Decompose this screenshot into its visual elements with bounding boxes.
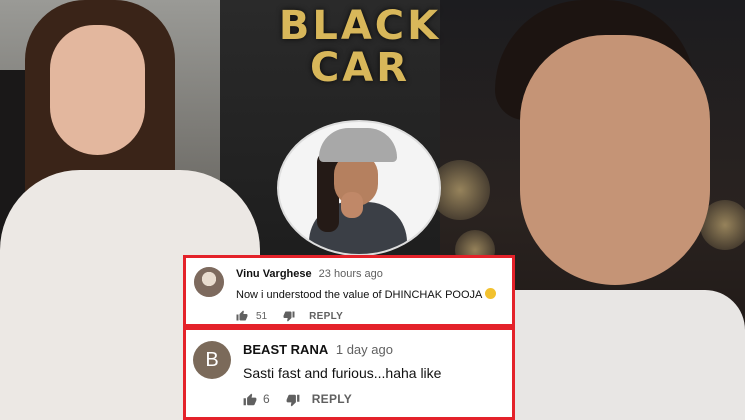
comment-header: BEAST RANA 1 day ago	[243, 342, 393, 357]
comment-card: B BEAST RANA 1 day ago Sasti fast and fu…	[183, 327, 515, 420]
comment-actions: 6 REPLY	[243, 392, 352, 407]
movie-title: BLACK CAR	[270, 6, 450, 88]
comment-time[interactable]: 23 hours ago	[319, 268, 383, 280]
comment-text: Now i understood the value of DHINCHAK P…	[236, 289, 483, 301]
thumbs-down-icon[interactable]	[283, 310, 297, 322]
comment-header: Vinu Varghese 23 hours ago	[236, 268, 383, 280]
like-count: 51	[256, 310, 268, 322]
like-count: 6	[263, 392, 270, 406]
avatar-cap	[319, 128, 397, 162]
commenter-avatar[interactable]: B	[193, 341, 231, 379]
profile-photo-icon	[194, 267, 224, 297]
comment-time[interactable]: 1 day ago	[336, 342, 393, 357]
comment-text: Sasti fast and furious...haha like	[243, 365, 442, 381]
comment-author[interactable]: Vinu Varghese	[236, 268, 312, 280]
woman-face	[50, 25, 145, 155]
comment-actions: 51 REPLY	[236, 310, 343, 322]
commenter-avatar[interactable]	[194, 267, 224, 297]
dhinchak-pooja-avatar	[277, 120, 441, 256]
thumbs-up-icon[interactable]	[236, 310, 250, 322]
reply-button[interactable]: REPLY	[312, 392, 352, 406]
thumbnail-stage: BLACK CAR Vinu Varghese 23 hours ago Now…	[0, 0, 745, 420]
man-face	[520, 35, 710, 285]
thumbs-down-icon[interactable]	[286, 393, 300, 407]
sad-face-emoji-icon	[485, 288, 497, 299]
title-line-2: CAR	[309, 45, 411, 91]
reply-button[interactable]: REPLY	[309, 311, 343, 322]
title-line-1: BLACK	[278, 3, 442, 49]
comment-author[interactable]: BEAST RANA	[243, 342, 328, 357]
comment-card: Vinu Varghese 23 hours ago Now i underst…	[183, 255, 515, 327]
avatar-hand	[341, 192, 363, 218]
thumbs-up-icon[interactable]	[243, 393, 257, 406]
comment-text-wrap: Now i understood the value of DHINCHAK P…	[236, 288, 497, 301]
